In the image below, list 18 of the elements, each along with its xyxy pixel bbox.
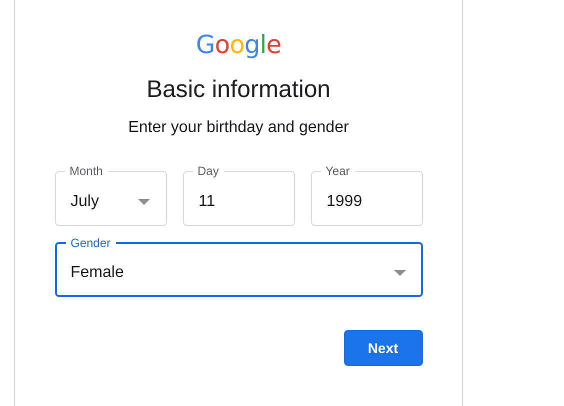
dropdown-field[interactable]: Gender Female — [54, 236, 422, 297]
field-label: Year — [324, 164, 351, 178]
subtitle: Enter your birthday and gender — [128, 118, 349, 138]
input-field[interactable]: Day 11 — [182, 164, 294, 226]
field-label: Gender — [70, 236, 112, 250]
field-value: Female — [70, 264, 125, 282]
dropdown-field[interactable]: Month July — [54, 164, 166, 226]
field-label: Month — [68, 164, 104, 178]
field-value: 1999 — [326, 192, 364, 210]
field-value: 11 — [198, 192, 216, 210]
google-logo: Google — [196, 31, 282, 59]
caret-icon — [138, 198, 150, 204]
input-field[interactable]: Year 1999 — [310, 164, 422, 226]
caret-icon — [394, 270, 406, 276]
field-value: July — [70, 192, 100, 210]
field-label: Day — [196, 164, 220, 178]
page-title: Basic information — [146, 75, 331, 105]
next-button[interactable]: Next — [344, 330, 422, 366]
